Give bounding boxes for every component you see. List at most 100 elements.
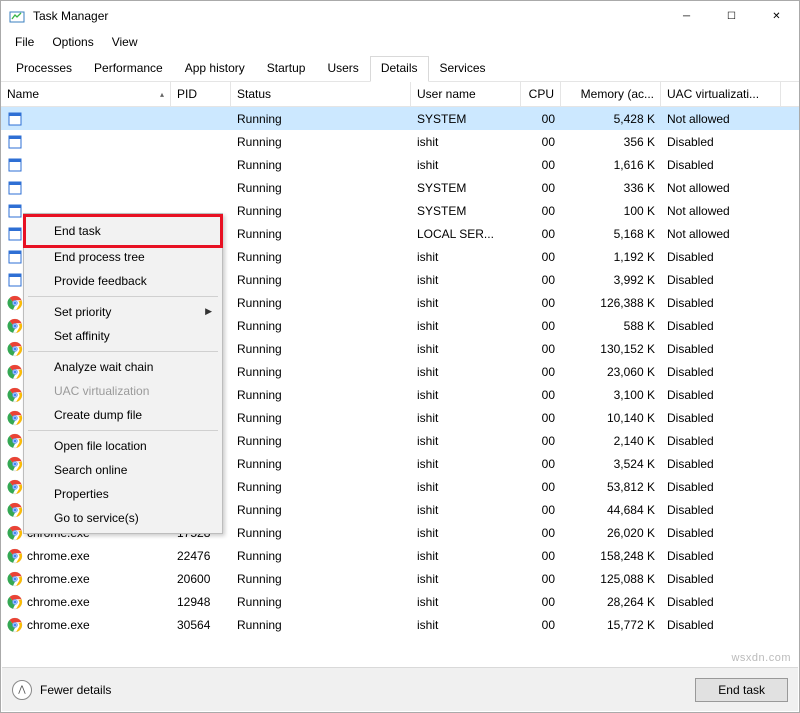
cell-status: Running (231, 135, 411, 149)
cell-user: SYSTEM (411, 204, 521, 218)
ctx-provide-feedback[interactable]: Provide feedback (26, 269, 220, 293)
cell-memory: 130,152 K (561, 342, 661, 356)
table-row[interactable]: RunningSYSTEM005,428 KNot allowed (1, 107, 799, 130)
cell-status: Running (231, 112, 411, 126)
cell-uac: Disabled (661, 572, 781, 586)
titlebar: Task Manager ─ ☐ ✕ (1, 1, 799, 31)
cell-pid: 22476 (171, 549, 231, 563)
minimize-button[interactable]: ─ (664, 1, 709, 31)
tab-users[interactable]: Users (316, 56, 369, 81)
cell-uac: Disabled (661, 135, 781, 149)
fewer-details-toggle[interactable]: ⋀ Fewer details (12, 680, 111, 700)
tab-details[interactable]: Details (370, 56, 429, 82)
tab-performance[interactable]: Performance (83, 56, 174, 81)
col-user[interactable]: User name (411, 82, 521, 106)
ctx-separator (28, 430, 218, 431)
menu-options[interactable]: Options (44, 33, 101, 51)
cell-pid: 12948 (171, 595, 231, 609)
cell-cpu: 00 (521, 572, 561, 586)
cell-user: SYSTEM (411, 112, 521, 126)
menu-file[interactable]: File (7, 33, 42, 51)
ctx-create-dump-file[interactable]: Create dump file (26, 403, 220, 427)
cell-user: ishit (411, 480, 521, 494)
col-uac[interactable]: UAC virtualizati... (661, 82, 781, 106)
cell-memory: 2,140 K (561, 434, 661, 448)
menubar: File Options View (1, 31, 799, 55)
tab-services[interactable]: Services (429, 56, 497, 81)
table-row[interactable]: Runningishit001,616 KDisabled (1, 153, 799, 176)
col-pid[interactable]: PID (171, 82, 231, 106)
cell-status: Running (231, 181, 411, 195)
table-row[interactable]: chrome.exe30564Runningishit0015,772 KDis… (1, 613, 799, 636)
chrome-icon (7, 479, 23, 495)
watermark: wsxdn.com (731, 652, 791, 664)
cell-pid: 30564 (171, 618, 231, 632)
tabstrip: Processes Performance App history Startu… (1, 56, 799, 82)
cell-status: Running (231, 227, 411, 241)
ctx-properties[interactable]: Properties (26, 482, 220, 506)
chrome-icon (7, 594, 23, 610)
cell-cpu: 00 (521, 618, 561, 632)
cell-cpu: 00 (521, 273, 561, 287)
cell-name: chrome.exe (1, 571, 171, 587)
ctx-analyze-wait-chain[interactable]: Analyze wait chain (26, 355, 220, 379)
col-cpu[interactable]: CPU (521, 82, 561, 106)
cell-cpu: 00 (521, 296, 561, 310)
cell-status: Running (231, 204, 411, 218)
table-row[interactable]: RunningSYSTEM00336 KNot allowed (1, 176, 799, 199)
ctx-separator (28, 351, 218, 352)
highlight-end-task: End task (23, 214, 223, 248)
table-row[interactable]: chrome.exe12948Runningishit0028,264 KDis… (1, 590, 799, 613)
cell-uac: Disabled (661, 503, 781, 517)
cell-memory: 23,060 K (561, 365, 661, 379)
cell-uac: Disabled (661, 411, 781, 425)
app-icon (7, 134, 23, 150)
cell-user: ishit (411, 411, 521, 425)
ctx-open-file-location[interactable]: Open file location (26, 434, 220, 458)
cell-memory: 28,264 K (561, 595, 661, 609)
cell-status: Running (231, 457, 411, 471)
ctx-end-task[interactable]: End task (26, 219, 220, 243)
cell-cpu: 00 (521, 319, 561, 333)
ctx-set-priority[interactable]: Set priority▶ (26, 300, 220, 324)
cell-memory: 5,428 K (561, 112, 661, 126)
ctx-set-affinity[interactable]: Set affinity (26, 324, 220, 348)
chrome-icon (7, 456, 23, 472)
col-name[interactable]: Name▴ (1, 82, 171, 106)
table-row[interactable]: chrome.exe22476Runningishit00158,248 KDi… (1, 544, 799, 567)
cell-memory: 15,772 K (561, 618, 661, 632)
end-task-button[interactable]: End task (695, 678, 788, 702)
process-name: chrome.exe (27, 618, 90, 632)
cell-cpu: 00 (521, 227, 561, 241)
chrome-icon (7, 295, 23, 311)
tab-app-history[interactable]: App history (174, 56, 256, 81)
cell-memory: 356 K (561, 135, 661, 149)
chrome-icon (7, 364, 23, 380)
cell-user: ishit (411, 434, 521, 448)
cell-user: ishit (411, 457, 521, 471)
tab-startup[interactable]: Startup (256, 56, 317, 81)
cell-memory: 5,168 K (561, 227, 661, 241)
close-button[interactable]: ✕ (754, 1, 799, 31)
cell-memory: 588 K (561, 319, 661, 333)
table-row[interactable]: Runningishit00356 KDisabled (1, 130, 799, 153)
cell-uac: Not allowed (661, 204, 781, 218)
chrome-icon (7, 617, 23, 633)
window-title: Task Manager (33, 9, 108, 23)
menu-view[interactable]: View (104, 33, 146, 51)
ctx-go-to-services[interactable]: Go to service(s) (26, 506, 220, 530)
maximize-button[interactable]: ☐ (709, 1, 754, 31)
table-row[interactable]: chrome.exe20600Runningishit00125,088 KDi… (1, 567, 799, 590)
tab-processes[interactable]: Processes (5, 56, 83, 81)
cell-user: ishit (411, 319, 521, 333)
ctx-end-process-tree[interactable]: End process tree (26, 245, 220, 269)
cell-uac: Disabled (661, 273, 781, 287)
cell-name: chrome.exe (1, 594, 171, 610)
cell-status: Running (231, 526, 411, 540)
col-status[interactable]: Status (231, 82, 411, 106)
ctx-search-online[interactable]: Search online (26, 458, 220, 482)
cell-status: Running (231, 388, 411, 402)
cell-status: Running (231, 319, 411, 333)
cell-cpu: 00 (521, 388, 561, 402)
col-memory[interactable]: Memory (ac... (561, 82, 661, 106)
